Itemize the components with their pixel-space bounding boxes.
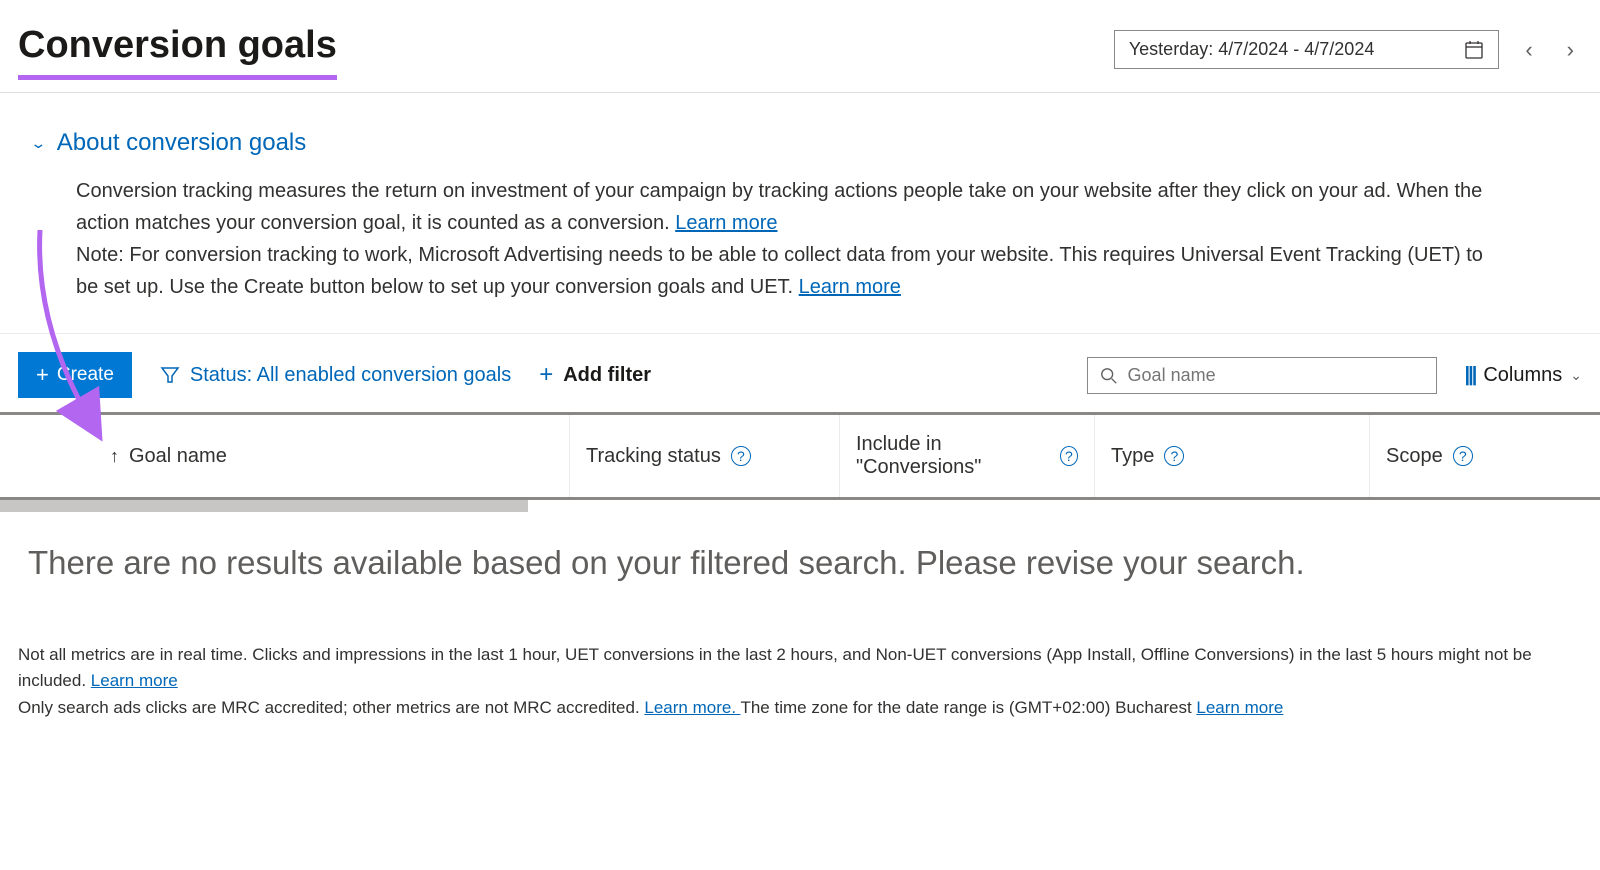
- footnote-2-link-2[interactable]: Learn more: [1196, 698, 1283, 717]
- help-icon[interactable]: ?: [731, 446, 751, 466]
- date-prev-button[interactable]: ‹: [1517, 33, 1540, 67]
- columns-icon: |||: [1465, 364, 1476, 387]
- chevron-down-icon: ⌄: [1570, 367, 1582, 384]
- scroll-thumb[interactable]: [0, 500, 528, 512]
- column-scope[interactable]: Scope ?: [1370, 415, 1600, 497]
- about-text-2: Note: For conversion tracking to work, M…: [76, 244, 1483, 298]
- help-icon[interactable]: ?: [1453, 446, 1473, 466]
- chevron-down-icon: ⌄: [30, 134, 47, 152]
- column-tracking-status[interactable]: Tracking status ?: [570, 415, 840, 497]
- filter-icon: [160, 364, 180, 387]
- column-label: Scope: [1386, 445, 1443, 468]
- empty-results-message: There are no results available based on …: [0, 512, 1600, 614]
- column-label: Include in "Conversions": [856, 433, 1050, 479]
- status-filter-label: Status: All enabled conversion goals: [190, 364, 511, 387]
- footnote-1-link[interactable]: Learn more: [91, 671, 178, 690]
- date-range-picker[interactable]: Yesterday: 4/7/2024 - 4/7/2024: [1114, 30, 1500, 69]
- about-text-1: Conversion tracking measures the return …: [76, 180, 1482, 234]
- about-body: Conversion tracking measures the return …: [30, 157, 1490, 303]
- sort-ascending-icon: ↑: [110, 446, 119, 467]
- help-icon[interactable]: ?: [1164, 446, 1184, 466]
- plus-icon: +: [36, 362, 49, 388]
- calendar-icon: [1464, 39, 1484, 60]
- add-filter-button[interactable]: + Add filter: [539, 361, 651, 389]
- search-input[interactable]: [1128, 365, 1424, 386]
- footnote-2-text-b: The time zone for the date range is (GMT…: [740, 698, 1196, 717]
- plus-icon: +: [539, 361, 553, 389]
- column-label: Goal name: [129, 445, 227, 468]
- search-box[interactable]: [1087, 357, 1437, 394]
- column-label: Tracking status: [586, 445, 721, 468]
- about-learn-more-1[interactable]: Learn more: [675, 212, 777, 234]
- column-label: Type: [1111, 445, 1154, 468]
- footnote-2-text-a: Only search ads clicks are MRC accredite…: [18, 698, 644, 717]
- footnotes: Not all metrics are in real time. Clicks…: [0, 614, 1600, 749]
- page-title: Conversion goals: [18, 24, 337, 80]
- footnote-2-link[interactable]: Learn more.: [644, 698, 740, 717]
- create-label: Create: [57, 364, 114, 386]
- column-include-conversions[interactable]: Include in "Conversions" ?: [840, 415, 1095, 497]
- columns-button[interactable]: ||| Columns ⌄: [1465, 364, 1582, 387]
- date-range-text: Yesterday: 4/7/2024 - 4/7/2024: [1129, 39, 1375, 60]
- about-learn-more-2[interactable]: Learn more: [799, 276, 901, 298]
- column-goal-name[interactable]: ↑ Goal name: [0, 415, 570, 497]
- about-heading: About conversion goals: [57, 129, 307, 157]
- help-icon[interactable]: ?: [1060, 446, 1078, 466]
- about-toggle[interactable]: ⌄ About conversion goals: [30, 129, 1570, 157]
- create-button[interactable]: + Create: [18, 352, 132, 398]
- date-next-button[interactable]: ›: [1559, 33, 1582, 67]
- columns-label: Columns: [1483, 364, 1562, 387]
- horizontal-scrollbar[interactable]: [0, 500, 1600, 512]
- column-type[interactable]: Type ?: [1095, 415, 1370, 497]
- search-icon: [1100, 365, 1118, 386]
- add-filter-label: Add filter: [563, 364, 651, 387]
- footnote-1-text: Not all metrics are in real time. Clicks…: [18, 645, 1532, 690]
- status-filter[interactable]: Status: All enabled conversion goals: [160, 364, 511, 387]
- table-header-row: ↑ Goal name Tracking status ? Include in…: [0, 415, 1600, 500]
